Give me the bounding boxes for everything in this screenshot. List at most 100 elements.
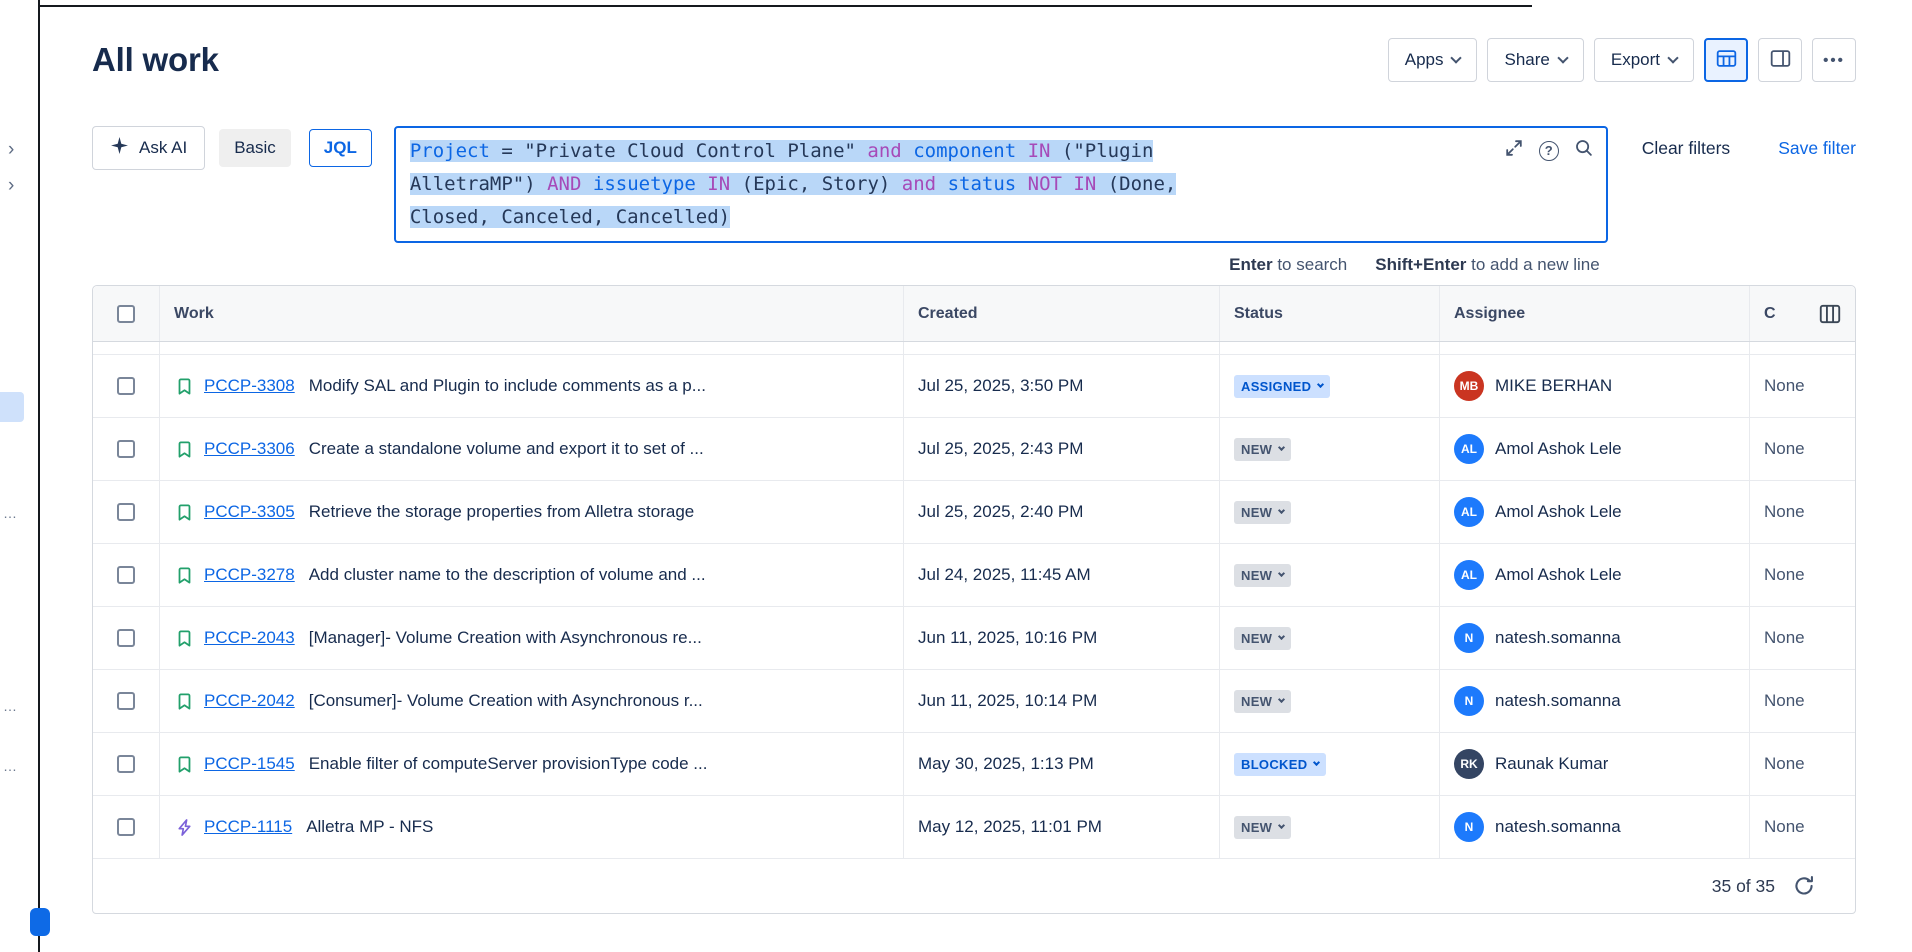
chevron-down-icon xyxy=(1278,633,1285,640)
issue-summary: Enable filter of computeServer provision… xyxy=(309,754,708,774)
status-badge[interactable]: ASSIGNED xyxy=(1234,375,1330,398)
jql-mode-button[interactable]: JQL xyxy=(309,129,372,167)
issue-summary: [Consumer]- Volume Creation with Asynchr… xyxy=(309,691,703,711)
row-checkbox[interactable] xyxy=(117,629,135,647)
issue-key-link[interactable]: PCCP-3306 xyxy=(204,439,295,459)
export-button-label: Export xyxy=(1611,50,1660,70)
list-view-button[interactable] xyxy=(1704,38,1748,82)
column-header-status-label: Status xyxy=(1234,305,1283,323)
expand-icon[interactable] xyxy=(1504,138,1524,163)
issue-key-link[interactable]: PCCP-1545 xyxy=(204,754,295,774)
column-header-work[interactable]: Work xyxy=(159,286,903,341)
row-count: 35 of 35 xyxy=(1712,876,1775,897)
avatar: N xyxy=(1454,812,1484,842)
issue-key-link[interactable]: PCCP-3308 xyxy=(204,376,295,396)
sidebar-truncated-item: … xyxy=(3,758,18,774)
work-cell: PCCP-1115 Alletra MP - NFS xyxy=(159,796,903,858)
table-row: PCCP-3308 Modify SAL and Plugin to inclu… xyxy=(93,355,1855,418)
configure-columns-button[interactable] xyxy=(1819,303,1841,325)
issue-key-link[interactable]: PCCP-3278 xyxy=(204,565,295,585)
status-badge[interactable]: NEW xyxy=(1234,501,1291,524)
clear-filters-button[interactable]: Clear filters xyxy=(1642,138,1731,159)
issue-key-link[interactable]: PCCP-2043 xyxy=(204,628,295,648)
sidebar-divider xyxy=(38,0,40,952)
table-row: PCCP-3278 Add cluster name to the descri… xyxy=(93,544,1855,607)
row-checkbox[interactable] xyxy=(117,692,135,710)
row-checkbox[interactable] xyxy=(117,377,135,395)
jql-token xyxy=(1016,140,1027,162)
grid-view-icon xyxy=(1716,48,1737,72)
sidebar-truncated-item: … xyxy=(3,505,18,521)
status-badge[interactable]: NEW xyxy=(1234,816,1291,839)
row-checkbox[interactable] xyxy=(117,818,135,836)
sidebar-selected-item[interactable] xyxy=(0,392,24,422)
assignee-cell: N natesh.somanna xyxy=(1439,607,1749,669)
column-header-status[interactable]: Status xyxy=(1219,286,1439,341)
created-cell: Jul 25, 2025, 3:50 PM xyxy=(903,355,1219,417)
row-checkbox[interactable] xyxy=(117,503,135,521)
more-options-button[interactable]: ••• xyxy=(1812,38,1856,82)
apps-button[interactable]: Apps xyxy=(1388,38,1478,82)
sidebar-expand-chevron-icon[interactable]: › xyxy=(8,176,14,195)
work-cell: PCCP-3306 Create a standalone volume and… xyxy=(159,418,903,480)
hint-shift-enter-key: Shift+Enter xyxy=(1375,255,1466,274)
extra-cell: None xyxy=(1749,418,1855,480)
row-checkbox[interactable] xyxy=(117,755,135,773)
refresh-icon[interactable] xyxy=(1793,875,1815,897)
jql-token: and xyxy=(867,140,901,162)
assignee-name: natesh.somanna xyxy=(1495,628,1621,648)
apps-button-label: Apps xyxy=(1405,50,1444,70)
basic-mode-button[interactable]: Basic xyxy=(219,129,291,167)
chevron-down-icon xyxy=(1317,381,1324,388)
hint-enter-key: Enter xyxy=(1229,255,1272,274)
work-cell: PCCP-2043 [Manager]- Volume Creation wit… xyxy=(159,607,903,669)
jql-input[interactable]: ? Project = "Private Cloud Control Plane… xyxy=(394,126,1608,243)
jql-token xyxy=(936,173,947,195)
status-badge[interactable]: BLOCKED xyxy=(1234,753,1326,776)
row-checkbox-cell xyxy=(93,481,159,543)
sidebar-expand-chevron-icon[interactable]: › xyxy=(8,140,14,159)
search-icon[interactable] xyxy=(1574,138,1594,163)
column-header-assignee[interactable]: Assignee xyxy=(1439,286,1749,341)
column-header-created[interactable]: Created xyxy=(903,286,1219,341)
jql-line: Project = "Private Cloud Control Plane" … xyxy=(410,135,1592,168)
row-checkbox-cell xyxy=(93,355,159,417)
jql-line: AlletraMP") AND issuetype IN (Epic, Stor… xyxy=(410,168,1592,201)
sidebar-truncated-item: … xyxy=(3,698,18,714)
save-filter-link[interactable]: Save filter xyxy=(1778,138,1856,159)
work-cell: PCCP-3278 Add cluster name to the descri… xyxy=(159,544,903,606)
story-icon xyxy=(174,754,194,774)
main-content: All work Apps Share Export xyxy=(42,0,1912,952)
chevron-down-icon xyxy=(1667,52,1678,63)
jql-token: AND xyxy=(547,173,581,195)
row-checkbox[interactable] xyxy=(117,566,135,584)
column-header-truncated[interactable]: C xyxy=(1749,286,1855,341)
status-badge[interactable]: NEW xyxy=(1234,627,1291,650)
share-button[interactable]: Share xyxy=(1487,38,1583,82)
jql-input-actions: ? xyxy=(1498,138,1594,163)
detail-view-button[interactable] xyxy=(1758,38,1802,82)
jql-token: IN xyxy=(707,173,730,195)
issue-key-link[interactable]: PCCP-3305 xyxy=(204,502,295,522)
story-icon xyxy=(174,439,194,459)
created-cell: May 30, 2025, 1:13 PM xyxy=(903,733,1219,795)
issue-key-link[interactable]: PCCP-2042 xyxy=(204,691,295,711)
row-checkbox[interactable] xyxy=(117,440,135,458)
story-icon xyxy=(174,691,194,711)
select-all-checkbox[interactable] xyxy=(117,305,135,323)
status-badge[interactable]: NEW xyxy=(1234,438,1291,461)
issue-key-link[interactable]: PCCP-1115 xyxy=(204,817,292,837)
help-icon[interactable]: ? xyxy=(1539,141,1559,161)
created-value: Jun 11, 2025, 10:14 PM xyxy=(918,691,1097,711)
column-header-work-label: Work xyxy=(174,305,214,323)
status-badge[interactable]: NEW xyxy=(1234,564,1291,587)
ask-ai-button[interactable]: Ask AI xyxy=(92,126,205,170)
work-cell: PCCP-3308 Modify SAL and Plugin to inclu… xyxy=(159,355,903,417)
story-icon xyxy=(174,628,194,648)
created-value: Jul 25, 2025, 2:43 PM xyxy=(918,439,1083,459)
export-button[interactable]: Export xyxy=(1594,38,1694,82)
status-badge[interactable]: NEW xyxy=(1234,690,1291,713)
sidebar-blue-control[interactable] xyxy=(30,908,50,936)
extra-value: None xyxy=(1764,565,1805,585)
status-cell: NEW xyxy=(1219,418,1439,480)
